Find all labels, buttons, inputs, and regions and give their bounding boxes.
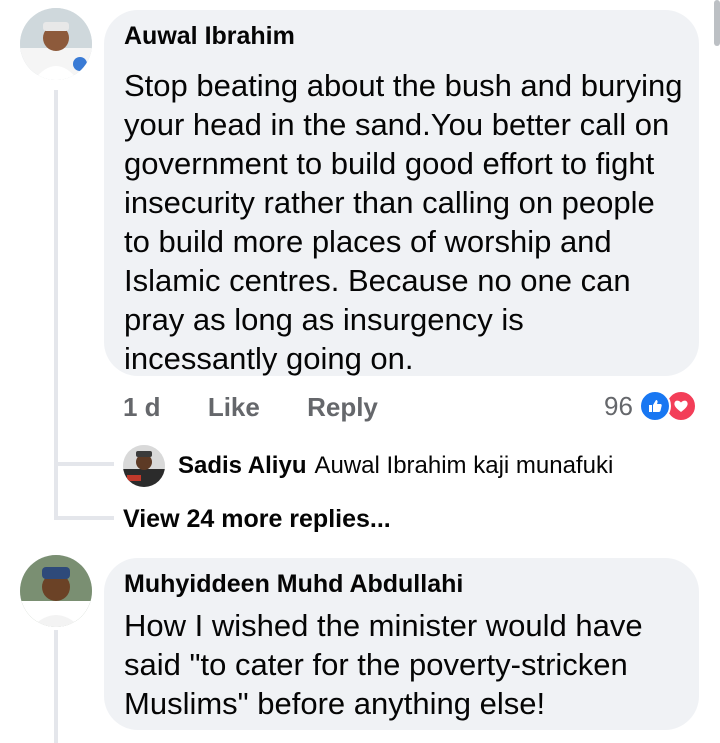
avatar[interactable]: [123, 445, 165, 487]
reply-item: Sadis Aliyu Auwal Ibrahim kaji munafuki: [178, 452, 613, 480]
view-more-replies-link[interactable]: View 24 more replies...: [123, 505, 391, 534]
thread-line: [54, 90, 58, 520]
profile-photo: [20, 555, 92, 627]
avatar[interactable]: [20, 8, 92, 80]
comment-author[interactable]: Auwal Ibrahim: [124, 22, 295, 51]
comment-text: Stop beating about the bush and burying …: [124, 68, 683, 376]
reply-author[interactable]: Sadis Aliyu: [178, 452, 306, 479]
scrollbar[interactable]: [714, 0, 720, 46]
profile-photo: [20, 8, 92, 80]
reply-text: Auwal Ibrahim kaji munafuki: [314, 452, 614, 479]
comment-actions: 1 d Like Reply: [123, 392, 418, 423]
comment-bubble: Muhyiddeen Muhd Abdullahi How I wished t…: [104, 558, 699, 730]
avatar[interactable]: [20, 555, 92, 627]
thread-branch: [54, 462, 114, 466]
like-button[interactable]: Like: [208, 392, 260, 422]
thread-branch: [54, 516, 114, 520]
comment-bubble: Auwal Ibrahim Stop beating about the bus…: [104, 10, 699, 376]
reaction-count: 96: [604, 390, 633, 421]
like-icon: [638, 390, 671, 422]
reply-button[interactable]: Reply: [307, 392, 378, 422]
comment-text: How I wished the minister would have sai…: [124, 608, 643, 721]
comment-time[interactable]: 1 d: [123, 392, 161, 422]
reaction-summary[interactable]: 96: [604, 390, 697, 422]
profile-photo: [123, 445, 165, 487]
comment-author[interactable]: Muhyiddeen Muhd Abdullahi: [124, 570, 463, 599]
thread-line: [54, 630, 58, 743]
